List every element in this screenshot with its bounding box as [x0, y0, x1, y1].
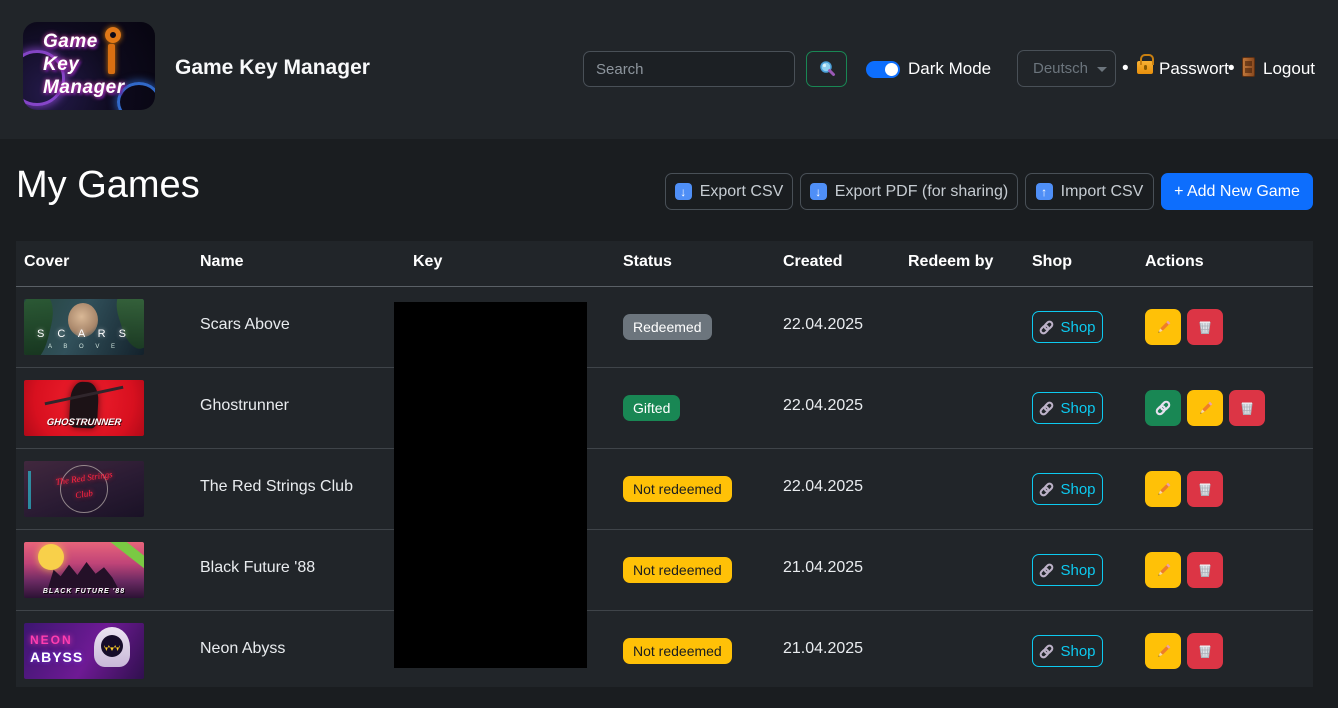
- status-badge: Not redeemed: [623, 638, 732, 664]
- cover-image-scars-above: S C A R S A B O V E: [24, 299, 144, 355]
- link-icon: [1039, 644, 1054, 659]
- dark-mode-label: Dark Mode: [908, 59, 991, 79]
- search-icon: [818, 60, 836, 78]
- pencil-icon: [1155, 643, 1172, 660]
- edit-button[interactable]: [1145, 471, 1181, 507]
- col-header-key: Key: [413, 253, 442, 271]
- upload-icon: ↑: [1036, 183, 1053, 200]
- navbar: Game Key Manager Game Key Manager Dark M…: [0, 0, 1338, 139]
- link-icon: [1039, 320, 1054, 335]
- export-pdf-button[interactable]: ↓ Export PDF (for sharing): [800, 173, 1018, 210]
- language-dropdown[interactable]: Deutsch: [1017, 50, 1116, 87]
- shop-link-button[interactable]: Shop: [1032, 392, 1103, 424]
- logo-text: Game Key Manager: [43, 30, 125, 99]
- delete-button[interactable]: [1187, 471, 1223, 507]
- search-button[interactable]: [806, 51, 847, 87]
- table-header: Cover Name Key Status Created Redeem by …: [16, 241, 1313, 287]
- cover-image-neon-abyss: NEON ABYSS: [24, 623, 144, 679]
- col-header-status: Status: [623, 253, 672, 271]
- col-header-actions: Actions: [1145, 253, 1204, 271]
- col-header-name: Name: [200, 253, 244, 271]
- chevron-down-icon: [1097, 67, 1107, 72]
- game-name: Black Future '88: [200, 559, 315, 577]
- pencil-icon: [1197, 400, 1214, 417]
- games-table: Cover Name Key Status Created Redeem by …: [16, 241, 1313, 687]
- status-badge: Not redeemed: [623, 557, 732, 583]
- trash-icon: [1239, 400, 1255, 416]
- lock-icon: [1137, 61, 1153, 74]
- delete-button[interactable]: [1187, 633, 1223, 669]
- trash-icon: [1197, 562, 1213, 578]
- delete-button[interactable]: [1187, 309, 1223, 345]
- created-date: 22.04.2025: [783, 478, 863, 496]
- trash-icon: [1197, 643, 1213, 659]
- nav-separator-dot: •: [1122, 58, 1129, 80]
- created-date: 21.04.2025: [783, 559, 863, 577]
- download-icon: ↓: [810, 183, 827, 200]
- logout-link[interactable]: Logout: [1263, 59, 1315, 79]
- status-badge: Not redeemed: [623, 476, 732, 502]
- shop-link-button[interactable]: Shop: [1032, 554, 1103, 586]
- delete-button[interactable]: [1229, 390, 1265, 426]
- page-title: My Games: [16, 164, 200, 207]
- cover-image-black-future-88: BLACK FUTURE '88: [24, 542, 144, 598]
- table-row: NEON ABYSS Neon Abyss Not redeemed 21.04…: [16, 611, 1313, 691]
- game-name: Scars Above: [200, 316, 290, 334]
- dark-mode-toggle[interactable]: [866, 61, 900, 78]
- created-date: 22.04.2025: [783, 397, 863, 415]
- redacted-key-column-overlay: [394, 302, 587, 668]
- cover-image-red-strings-club: The Red Strings Club: [24, 461, 144, 517]
- edit-button[interactable]: [1187, 390, 1223, 426]
- edit-button[interactable]: [1145, 633, 1181, 669]
- edit-button[interactable]: [1145, 552, 1181, 588]
- game-key-manager-app: Game Key Manager Game Key Manager Dark M…: [0, 0, 1338, 708]
- link-icon: [1155, 400, 1171, 416]
- table-row: S C A R S A B O V E Scars Above Redeemed…: [16, 287, 1313, 367]
- status-badge: Gifted: [623, 395, 680, 421]
- trash-icon: [1197, 319, 1213, 335]
- trash-icon: [1197, 481, 1213, 497]
- download-icon: ↓: [675, 183, 692, 200]
- export-csv-button[interactable]: ↓ Export CSV: [665, 173, 793, 210]
- app-title: Game Key Manager: [175, 56, 370, 80]
- col-header-created: Created: [783, 253, 843, 271]
- pencil-icon: [1155, 319, 1172, 336]
- toggle-knob: [885, 63, 898, 76]
- table-row: GHOSTRUNNER Ghostrunner Gifted 22.04.202…: [16, 368, 1313, 448]
- language-selected: Deutsch: [1033, 60, 1088, 77]
- col-header-cover: Cover: [24, 253, 69, 271]
- gift-link-button[interactable]: [1145, 390, 1181, 426]
- status-badge: Redeemed: [623, 314, 712, 340]
- nav-separator-dot: •: [1228, 58, 1235, 80]
- cover-image-ghostrunner: GHOSTRUNNER: [24, 380, 144, 436]
- link-icon: [1039, 563, 1054, 578]
- pencil-icon: [1155, 562, 1172, 579]
- table-row: The Red Strings Club The Red Strings Clu…: [16, 449, 1313, 529]
- col-header-redeem-by: Redeem by: [908, 253, 993, 271]
- shop-link-button[interactable]: Shop: [1032, 311, 1103, 343]
- pencil-icon: [1155, 481, 1172, 498]
- logout-door-icon: [1242, 57, 1255, 77]
- password-link[interactable]: Passwort: [1159, 59, 1229, 79]
- table-row: BLACK FUTURE '88 Black Future '88 Not re…: [16, 530, 1313, 610]
- link-icon: [1039, 401, 1054, 416]
- link-icon: [1039, 482, 1054, 497]
- app-logo[interactable]: Game Key Manager: [23, 22, 155, 110]
- edit-button[interactable]: [1145, 309, 1181, 345]
- delete-button[interactable]: [1187, 552, 1223, 588]
- game-name: Neon Abyss: [200, 640, 285, 658]
- add-new-game-button[interactable]: + Add New Game: [1161, 173, 1313, 210]
- game-name: The Red Strings Club: [200, 478, 353, 496]
- game-name: Ghostrunner: [200, 397, 289, 415]
- created-date: 22.04.2025: [783, 316, 863, 334]
- created-date: 21.04.2025: [783, 640, 863, 658]
- shop-link-button[interactable]: Shop: [1032, 473, 1103, 505]
- search-input[interactable]: [583, 51, 795, 87]
- col-header-shop: Shop: [1032, 253, 1072, 271]
- shop-link-button[interactable]: Shop: [1032, 635, 1103, 667]
- import-csv-button[interactable]: ↑ Import CSV: [1025, 173, 1154, 210]
